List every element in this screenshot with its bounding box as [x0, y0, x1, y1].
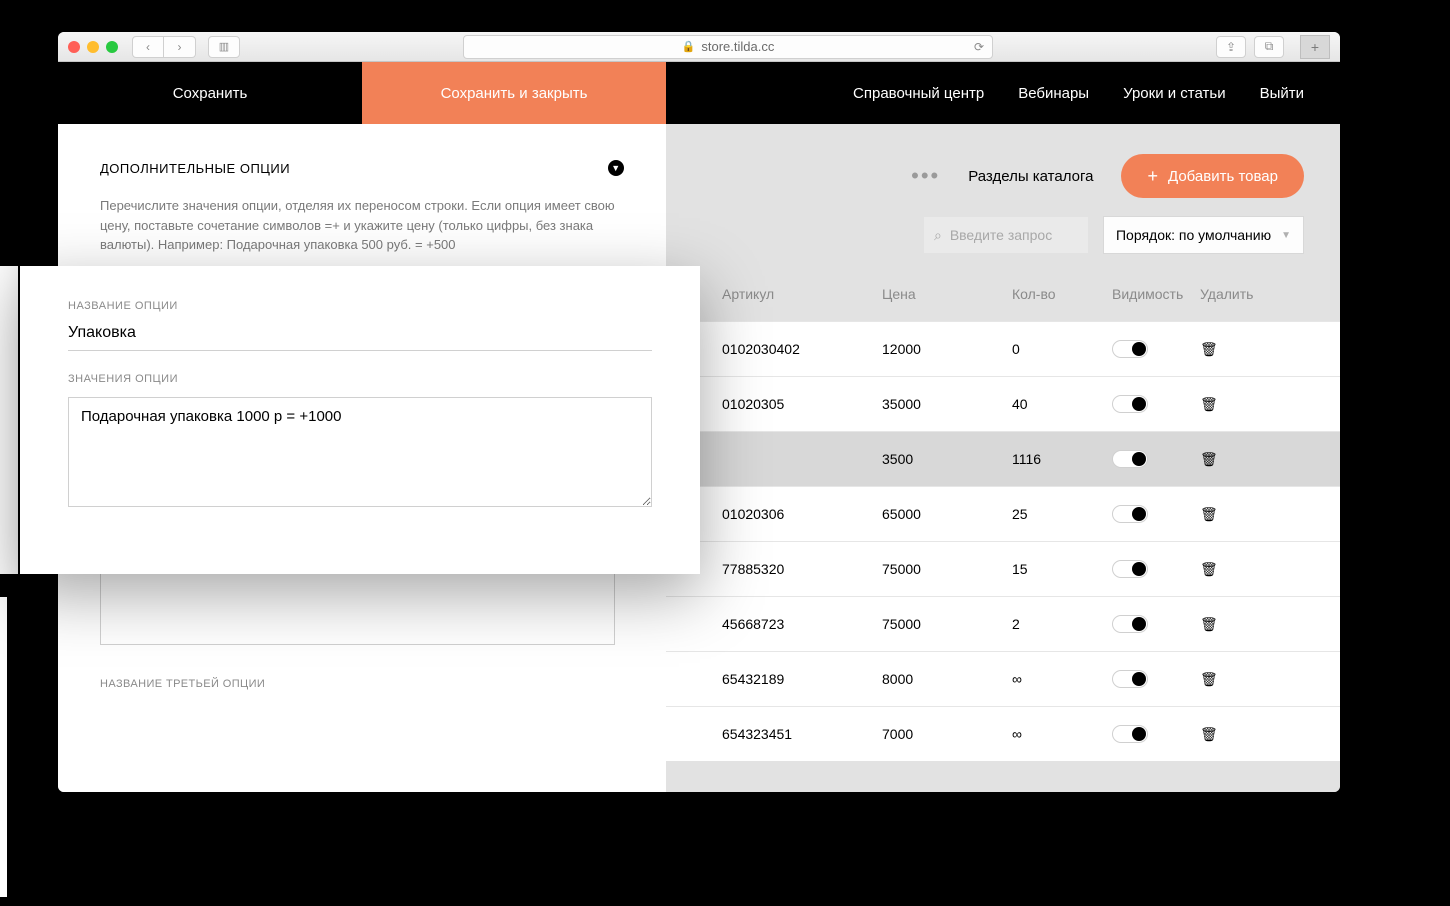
option-edit-popover: НАЗВАНИЕ ОПЦИИ ЗНАЧЕНИЯ ОПЦИИ: [20, 266, 700, 574]
cell-price: 8000: [882, 671, 1012, 687]
save-button[interactable]: Сохранить: [58, 62, 362, 124]
table-header: Артикул Цена Кол-во Видимость Удалить: [666, 266, 1340, 321]
table-row[interactable]: 0102030402120000 🗑: [666, 321, 1340, 376]
close-window-icon[interactable]: [68, 41, 80, 53]
cell-sku: 01020305: [722, 396, 882, 412]
cell-sku: 65432189: [722, 671, 882, 687]
visibility-toggle[interactable]: [1112, 560, 1148, 578]
share-button[interactable]: ⇪: [1216, 36, 1246, 58]
window-controls: [68, 41, 118, 53]
option-name-label: НАЗВАНИЕ ОПЦИИ: [68, 300, 652, 312]
webinars-link[interactable]: Вебинары: [1018, 85, 1089, 102]
visibility-toggle[interactable]: [1112, 395, 1148, 413]
right-pane: ••• Разделы каталога + Добавить товар ⌕ …: [666, 124, 1340, 792]
delete-icon[interactable]: 🗑: [1200, 616, 1260, 633]
section-description: Перечислите значения опции, отделяя их п…: [100, 196, 620, 255]
visibility-toggle[interactable]: [1112, 725, 1148, 743]
add-product-button[interactable]: + Добавить товар: [1121, 154, 1304, 198]
visibility-toggle[interactable]: [1112, 505, 1148, 523]
delete-icon[interactable]: 🗑: [1200, 561, 1260, 578]
cell-sku: 0102030402: [722, 341, 882, 357]
sort-dropdown[interactable]: Порядок: по умолчанию ▼: [1103, 216, 1304, 254]
exit-link[interactable]: Выйти: [1260, 85, 1304, 102]
reload-icon[interactable]: ⟳: [974, 40, 984, 54]
option3-name-label: НАЗВАНИЕ ТРЕТЬЕЙ ОПЦИИ: [100, 678, 624, 690]
maximize-window-icon[interactable]: [106, 41, 118, 53]
cell-price: 3500: [882, 451, 1012, 467]
col-delete: Удалить: [1200, 286, 1260, 302]
collapse-icon[interactable]: ▼: [608, 160, 624, 176]
help-center-link[interactable]: Справочный центр: [853, 85, 984, 102]
forward-button[interactable]: ›: [164, 36, 196, 58]
visibility-toggle[interactable]: [1112, 340, 1148, 358]
delete-icon[interactable]: 🗑: [1200, 671, 1260, 688]
search-icon: ⌕: [934, 227, 942, 244]
chevron-down-icon: ▼: [1281, 230, 1291, 241]
cell-qty: 2: [1012, 616, 1112, 632]
cell-qty: 1116: [1012, 451, 1112, 467]
cell-price: 65000: [882, 506, 1012, 522]
cell-qty: 40: [1012, 396, 1112, 412]
delete-icon[interactable]: 🗑: [1200, 341, 1260, 358]
catalog-sections-link[interactable]: Разделы каталога: [968, 168, 1093, 185]
table-row[interactable]: 6543234517000∞ 🗑: [666, 706, 1340, 761]
cell-price: 75000: [882, 561, 1012, 577]
delete-icon[interactable]: 🗑: [1200, 506, 1260, 523]
delete-icon[interactable]: 🗑: [1200, 396, 1260, 413]
col-sku: Артикул: [722, 286, 882, 302]
option2-values-textarea[interactable]: [100, 565, 615, 645]
col-visibility: Видимость: [1112, 286, 1200, 302]
option-values-textarea[interactable]: [68, 397, 652, 507]
visibility-toggle[interactable]: [1112, 450, 1148, 468]
search-placeholder: Введите запрос: [950, 227, 1052, 243]
visibility-toggle[interactable]: [1112, 670, 1148, 688]
cell-price: 35000: [882, 396, 1012, 412]
col-price: Цена: [882, 286, 1012, 302]
minimize-window-icon[interactable]: [87, 41, 99, 53]
cell-qty: ∞: [1012, 726, 1112, 742]
save-and-close-button[interactable]: Сохранить и закрыть: [362, 62, 666, 124]
browser-chrome: ‹ › ▥ 🔒 store.tilda.cc ⟳ ⇪ ⧉ +: [58, 32, 1340, 62]
cell-qty: 15: [1012, 561, 1112, 577]
back-button[interactable]: ‹: [132, 36, 164, 58]
search-input[interactable]: ⌕ Введите запрос: [923, 216, 1089, 254]
tabs-button[interactable]: ⧉: [1254, 36, 1284, 58]
topbar: Сохранить Сохранить и закрыть Справочный…: [58, 62, 1340, 124]
lessons-link[interactable]: Уроки и статьи: [1123, 85, 1225, 102]
table-row[interactable]: 778853207500015 🗑: [666, 541, 1340, 596]
cell-qty: 25: [1012, 506, 1112, 522]
more-menu-icon[interactable]: •••: [911, 163, 940, 189]
table-row[interactable]: 35001116 🗑: [666, 431, 1340, 486]
table-row[interactable]: 45668723750002 🗑: [666, 596, 1340, 651]
product-table: Артикул Цена Кол-во Видимость Удалить 01…: [666, 266, 1340, 761]
cell-sku: 77885320: [722, 561, 882, 577]
cell-sku: 654323451: [722, 726, 882, 742]
option-name-input[interactable]: [68, 324, 652, 351]
url-host: store.tilda.cc: [701, 39, 774, 54]
section-title: ДОПОЛНИТЕЛЬНЫЕ ОПЦИИ: [100, 161, 290, 176]
cell-sku: 45668723: [722, 616, 882, 632]
table-row[interactable]: 010203053500040 🗑: [666, 376, 1340, 431]
cell-sku: 01020306: [722, 506, 882, 522]
cell-price: 75000: [882, 616, 1012, 632]
cell-price: 7000: [882, 726, 1012, 742]
option-values-label: ЗНАЧЕНИЯ ОПЦИИ: [68, 373, 652, 385]
plus-icon: +: [1147, 166, 1158, 187]
show-sidebar-button[interactable]: ▥: [208, 36, 240, 58]
delete-icon[interactable]: 🗑: [1200, 726, 1260, 743]
delete-icon[interactable]: 🗑: [1200, 451, 1260, 468]
cell-qty: ∞: [1012, 671, 1112, 687]
sort-label: Порядок: по умолчанию: [1116, 227, 1271, 243]
address-bar[interactable]: 🔒 store.tilda.cc ⟳: [463, 35, 993, 59]
table-row[interactable]: 010203066500025 🗑: [666, 486, 1340, 541]
visibility-toggle[interactable]: [1112, 615, 1148, 633]
table-row[interactable]: 654321898000∞ 🗑: [666, 651, 1340, 706]
cell-price: 12000: [882, 341, 1012, 357]
lock-icon: 🔒: [682, 40, 696, 53]
cell-qty: 0: [1012, 341, 1112, 357]
new-tab-button[interactable]: +: [1300, 35, 1330, 59]
add-product-label: Добавить товар: [1168, 168, 1278, 185]
col-qty: Кол-во: [1012, 286, 1112, 302]
